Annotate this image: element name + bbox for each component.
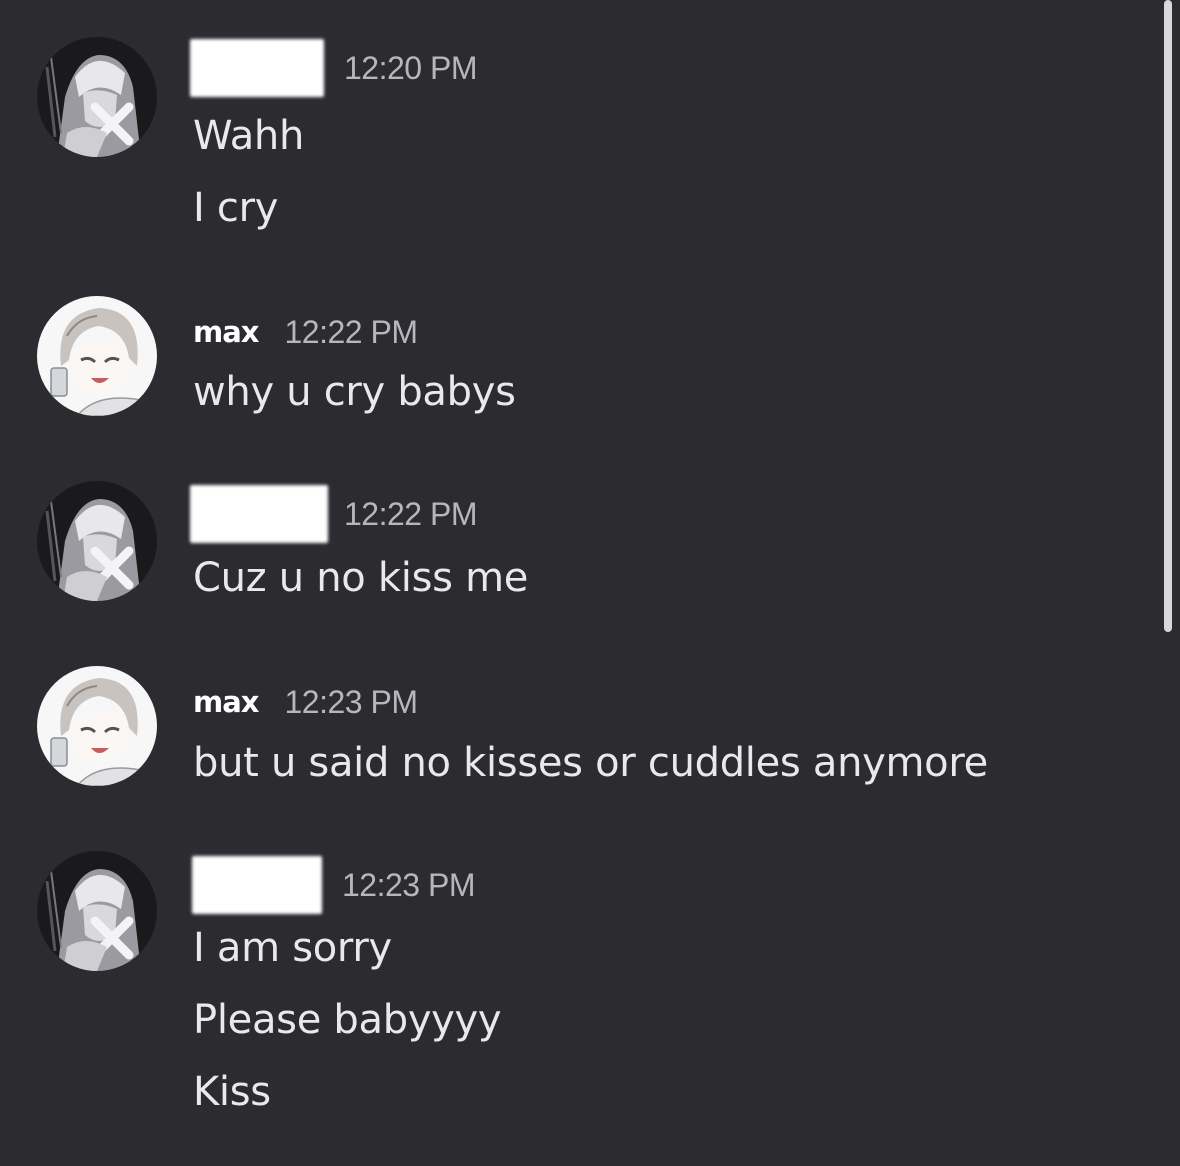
message-text: I cry [193,185,279,231]
anime-boy-monochrome-icon [37,37,157,157]
message-text: but u said no kisses or cuddles anymore [193,740,988,786]
user-avatar[interactable] [37,37,157,157]
message-timestamp: 12:20 PM [344,49,477,86]
user-avatar[interactable] [37,666,157,786]
message-header: 12:22 PM [190,484,477,544]
message-timestamp: 12:22 PM [344,495,477,532]
redacted-username [190,485,328,543]
scrollbar-thumb[interactable] [1164,0,1172,632]
message-header: max 12:23 PM [190,672,418,732]
message-header: 12:20 PM [190,38,477,98]
user-avatar[interactable] [37,851,157,971]
username[interactable]: max [190,685,259,719]
redacted-username [190,39,324,97]
user-avatar[interactable] [37,481,157,601]
username[interactable]: max [190,315,259,349]
message-text: why u cry babys [193,369,516,415]
message-header: max 12:22 PM [190,302,418,362]
message-timestamp: 12:23 PM [342,866,475,903]
message-text: I am sorry [193,925,392,971]
user-avatar[interactable] [37,296,157,416]
redacted-username [192,856,322,914]
anime-boy-smiling-icon [37,666,157,786]
message-text: Kiss [193,1069,271,1115]
message-text: Wahh [193,113,305,159]
anime-boy-monochrome-icon [37,851,157,971]
anime-boy-smiling-icon [37,296,157,416]
message-header: 12:23 PM [190,855,475,915]
anime-boy-monochrome-icon [37,481,157,601]
message-text: Please babyyyy [193,997,502,1043]
message-timestamp: 12:23 PM [284,683,418,720]
message-timestamp: 12:22 PM [284,313,418,350]
message-text: Cuz u no kiss me [193,555,529,601]
